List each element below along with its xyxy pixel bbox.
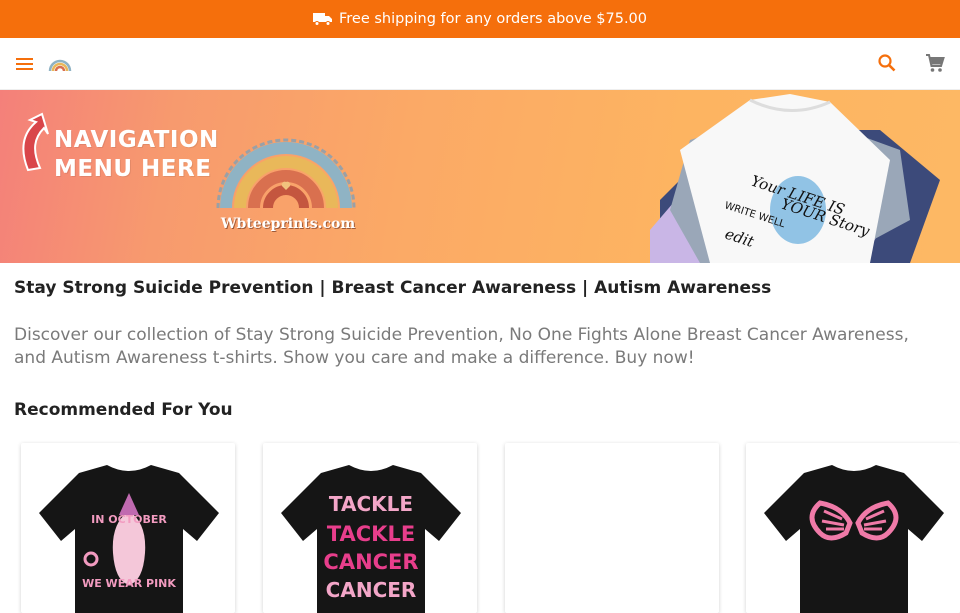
rainbow-logo-illustration bbox=[210, 104, 362, 212]
page-title: Stay Strong Suicide Prevention | Breast … bbox=[14, 278, 772, 298]
product-image: IN OCTOBER WE WEAR PINK bbox=[39, 465, 219, 613]
section-title: Recommended For You bbox=[14, 400, 233, 420]
banner-site-name: Wbteeprints.com bbox=[220, 216, 356, 232]
product-print-line1: TACKLE bbox=[329, 492, 413, 516]
product-image bbox=[764, 465, 944, 613]
hero-banner: NAVIGATION MENU HERE Wbteeprints.com You… bbox=[0, 90, 960, 263]
product-image: TACKLE TACKLE CANCER CANCER bbox=[281, 465, 461, 613]
curved-arrow-icon bbox=[12, 110, 56, 176]
product-print-line2: TACKLE bbox=[327, 522, 415, 546]
product-card[interactable]: IN OCTOBER WE WEAR PINK bbox=[21, 443, 235, 613]
promo-bar: Free shipping for any orders above $75.0… bbox=[0, 0, 960, 38]
folded-shirts-image: Your LIFE IS YOUR Story WRITE WELL edit bbox=[640, 90, 960, 263]
promo-text: Free shipping for any orders above $75.0… bbox=[338, 11, 648, 27]
product-print-line2: WE WEAR PINK bbox=[82, 577, 176, 590]
rainbow-logo-icon[interactable] bbox=[48, 53, 72, 75]
page-description: Discover our collection of Stay Strong S… bbox=[14, 325, 909, 368]
product-print-line4: CANCER bbox=[326, 578, 417, 602]
product-card[interactable] bbox=[746, 443, 960, 613]
product-print-line3: CANCER bbox=[323, 550, 418, 574]
banner-nav-line2: MENU HERE bbox=[54, 156, 212, 182]
cart-icon[interactable] bbox=[924, 52, 946, 74]
truck-icon bbox=[312, 12, 333, 26]
product-card[interactable]: TACKLE TACKLE CANCER CANCER bbox=[263, 443, 477, 613]
banner-nav-line1: NAVIGATION bbox=[54, 127, 219, 153]
product-print-line1: IN OCTOBER bbox=[91, 513, 167, 526]
site-header bbox=[0, 38, 960, 90]
product-card[interactable] bbox=[505, 443, 719, 613]
search-icon[interactable] bbox=[876, 52, 898, 74]
menu-icon[interactable] bbox=[14, 53, 36, 75]
banner-nav-text: NAVIGATION MENU HERE bbox=[54, 126, 219, 184]
